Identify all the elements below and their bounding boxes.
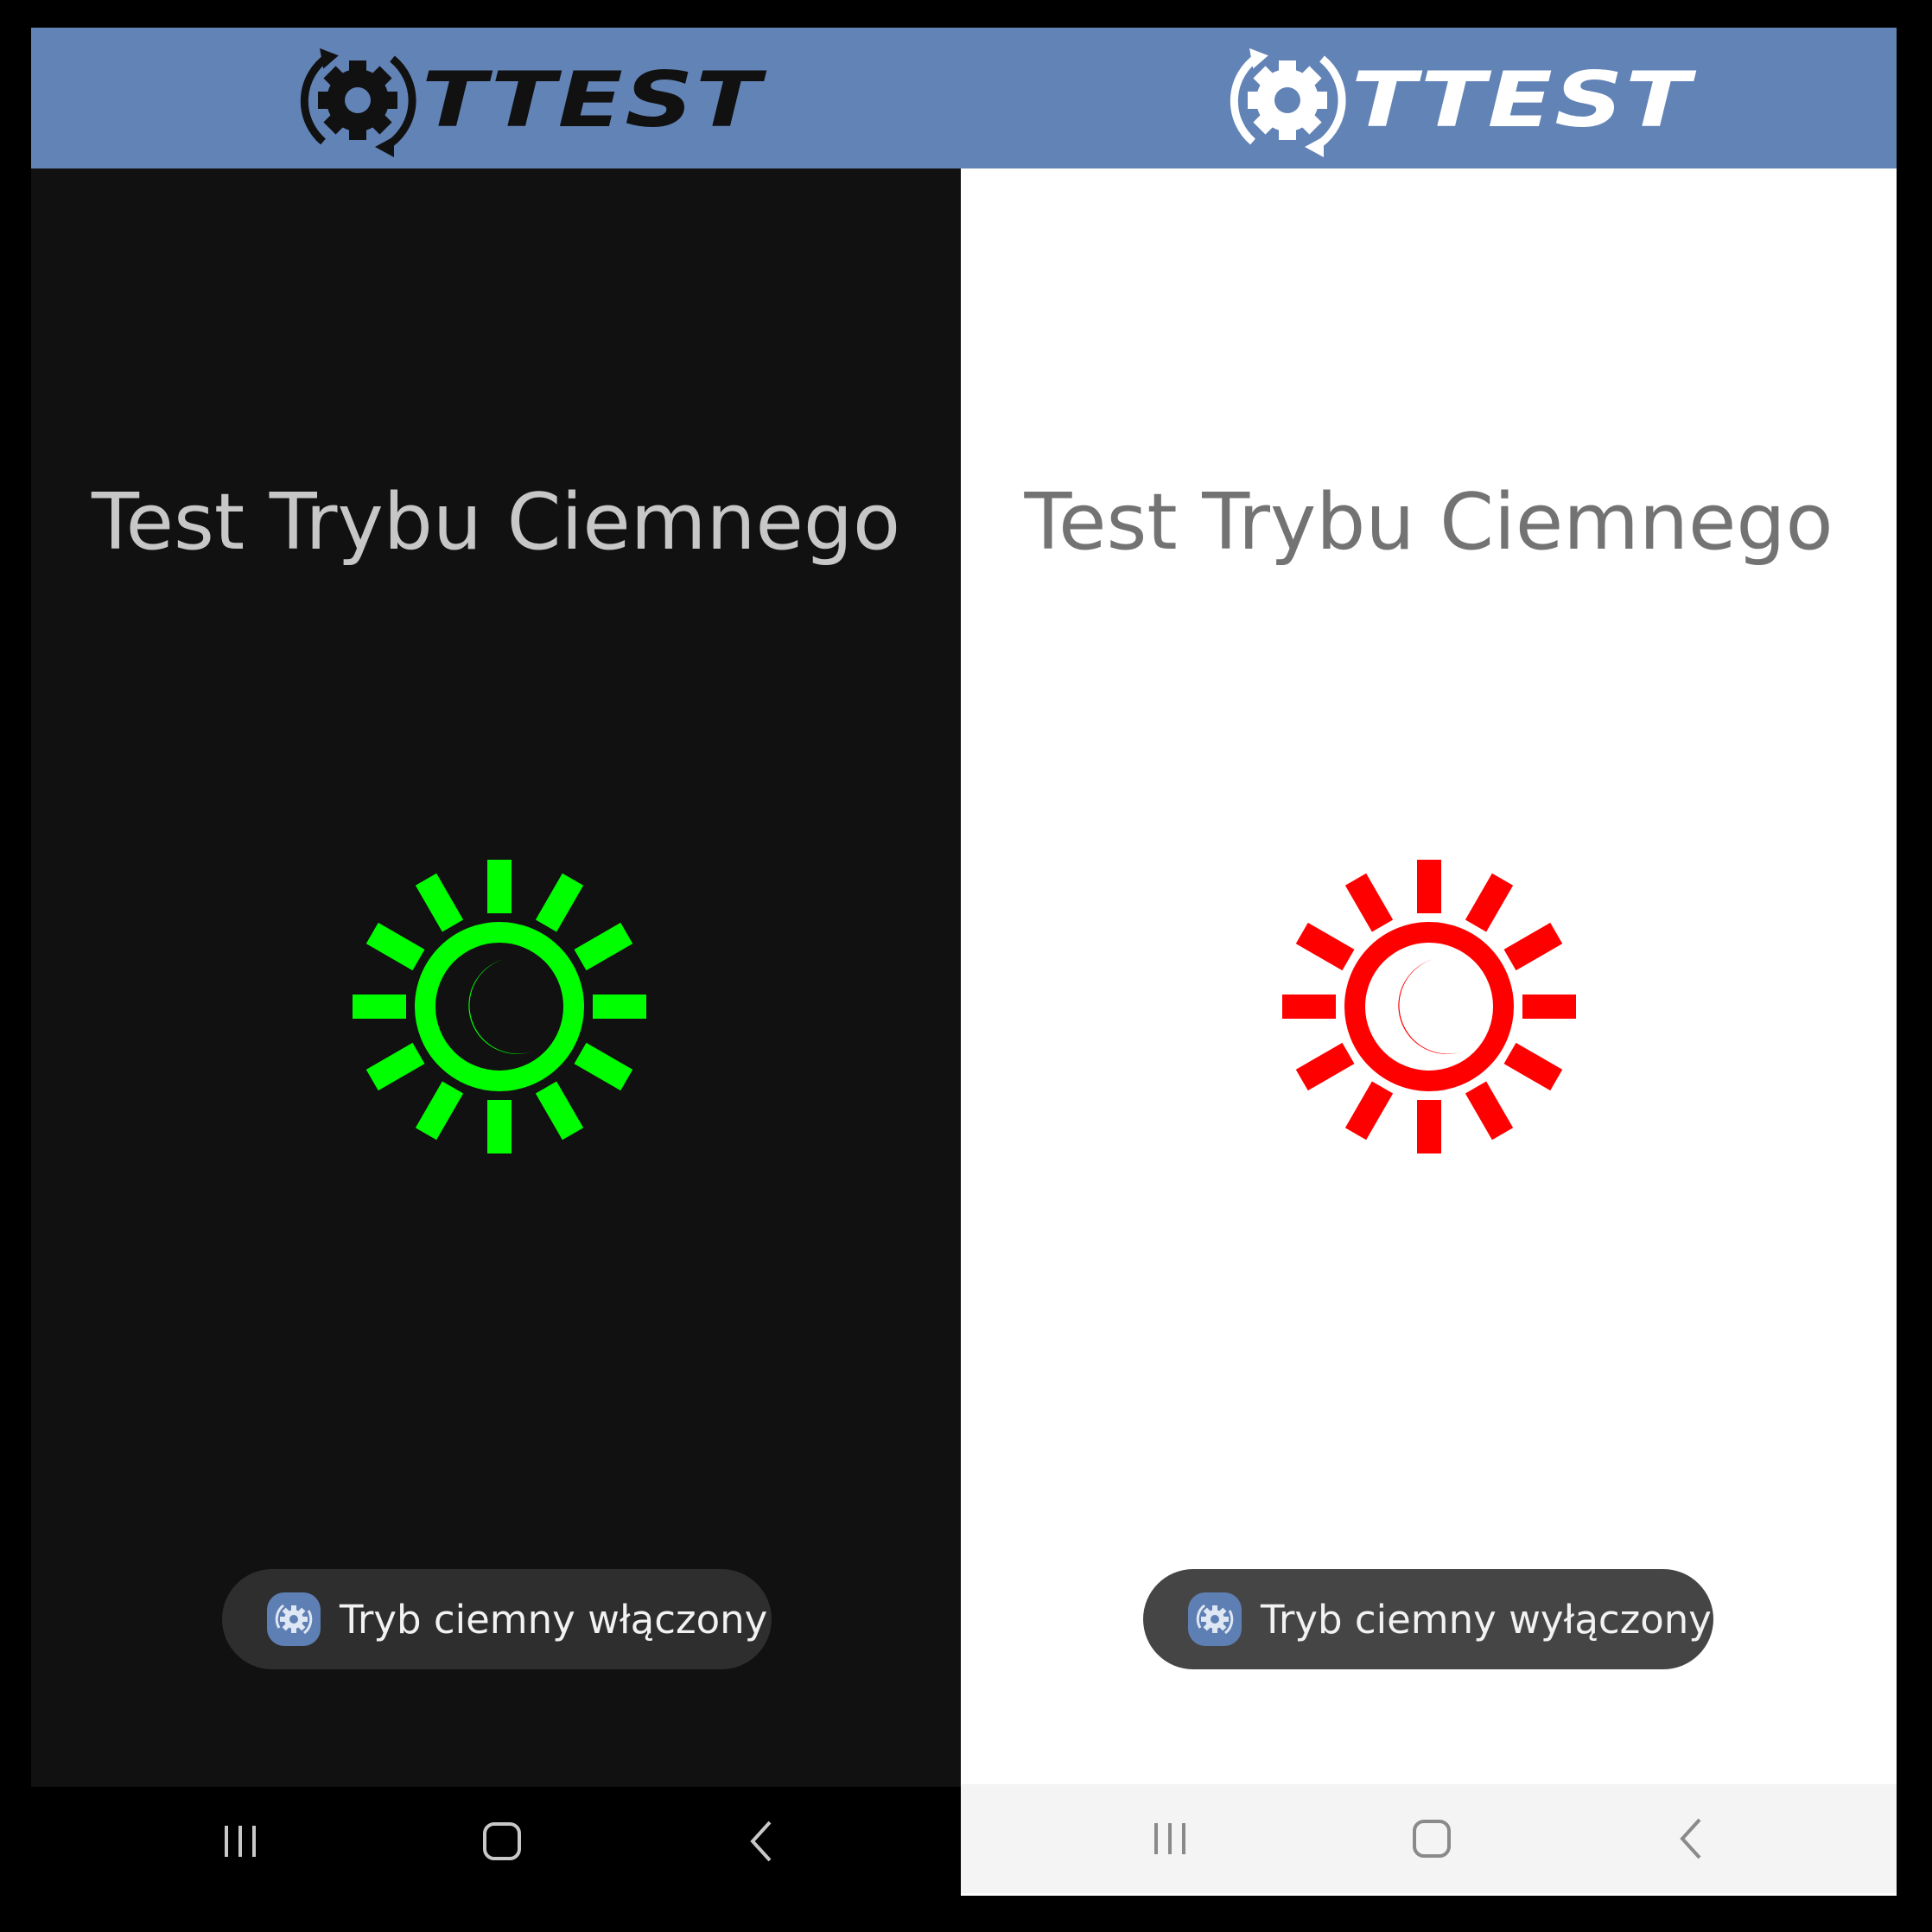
recent-apps-button[interactable] (1118, 1784, 1222, 1893)
recent-apps-icon (1154, 1823, 1185, 1854)
home-button[interactable] (450, 1787, 554, 1896)
back-button[interactable] (711, 1787, 815, 1896)
toast-message: Tryb ciemny włączony (222, 1569, 772, 1669)
home-icon (483, 1822, 521, 1860)
toast-text: Tryb ciemny włączony (340, 1596, 768, 1643)
app-logo: TTEST (289, 31, 760, 169)
recent-apps-icon (225, 1826, 256, 1857)
light-mode-screen: TTEST Test Trybu Ciemnego Tryb ciemny wy… (961, 28, 1897, 1896)
sun-moon-icon[interactable] (1282, 860, 1576, 1153)
system-nav-bar (961, 1784, 1897, 1893)
dark-mode-screen: TTEST Test Trybu Ciemnego Tryb ciemny wł… (31, 28, 961, 1896)
home-button[interactable] (1380, 1784, 1484, 1893)
page-title: Test Trybu Ciemnego (1024, 477, 1833, 568)
home-icon (1413, 1820, 1451, 1858)
app-icon (267, 1592, 321, 1646)
gear-sync-icon (300, 48, 416, 157)
toast-text: Tryb ciemny wyłączony (1261, 1596, 1712, 1643)
page-title: Test Trybu Ciemnego (91, 477, 901, 568)
sun-moon-icon[interactable] (353, 860, 646, 1153)
back-icon (750, 1821, 772, 1862)
app-bar: TTEST (31, 28, 961, 168)
app-logo: TTEST (1218, 31, 1690, 169)
app-bar: TTEST (961, 28, 1897, 168)
toast-message: Tryb ciemny wyłączony (1143, 1569, 1713, 1669)
app-icon (1188, 1592, 1242, 1646)
recent-apps-button[interactable] (188, 1787, 292, 1896)
logo-text: TTEST (422, 55, 763, 144)
logo-text: TTEST (1351, 55, 1693, 144)
system-nav-bar (31, 1787, 961, 1896)
gear-sync-icon (1230, 48, 1346, 157)
back-button[interactable] (1641, 1784, 1745, 1893)
back-icon (1680, 1818, 1701, 1859)
